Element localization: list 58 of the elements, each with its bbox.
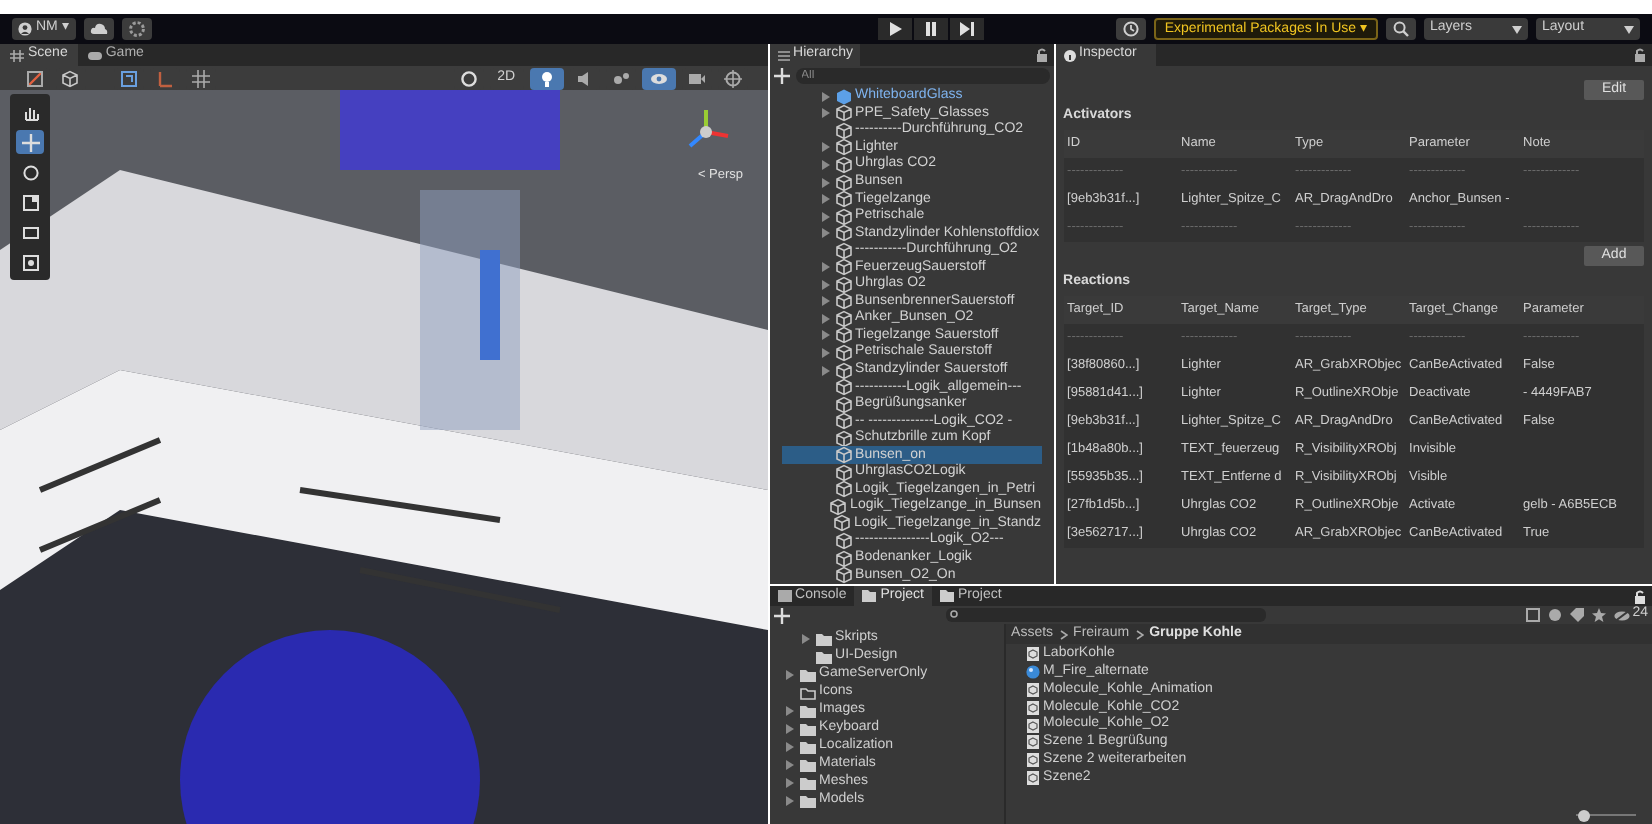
light-button[interactable] [529,67,564,89]
cloud-button[interactable] [83,18,114,40]
camera-icon [687,69,706,87]
zoom-slider[interactable] [1576,809,1636,821]
visibility-button[interactable] [641,67,676,89]
gamepad-icon [87,49,102,61]
type-icon [1548,608,1563,622]
effects-icon [611,69,630,87]
folder-icon [940,590,955,602]
light-icon [537,69,556,87]
add-icon [773,607,790,623]
chevron-icon [1059,629,1068,639]
lock-icon [1634,589,1646,603]
move-tool[interactable] [16,130,44,154]
star-icon [1592,608,1607,622]
cloud-icon [89,20,108,38]
filter-icon [1526,608,1541,622]
add-icon [773,68,790,84]
search-icon [949,610,960,620]
step-icon [957,20,976,38]
shading-icon [459,69,478,87]
play-icon [885,20,904,38]
scale-icon [21,193,39,211]
folder-icon [862,590,877,602]
rotate-icon [21,163,39,181]
chevron-icon [1135,629,1144,639]
caret-icon [1512,25,1522,33]
hand-icon [21,103,39,121]
user-icon [18,22,32,36]
pause-icon [921,20,940,38]
visibility-icon [649,69,668,87]
lock-icon [1634,48,1646,62]
crosshair-icon [723,69,742,87]
settings-button[interactable] [121,18,152,40]
move-icon [21,133,39,151]
history-icon [1122,20,1141,38]
step-button[interactable] [949,18,984,40]
settings-icon [127,20,146,38]
caret-icon [1624,25,1634,33]
gizmo-icon [120,69,138,87]
play-button[interactable] [877,18,912,40]
search-icon [1392,20,1410,38]
transform-icon [21,253,39,271]
search-button[interactable] [1386,18,1416,40]
grid-icon [10,49,24,61]
slider-thumb[interactable] [1578,809,1591,821]
grid-icon [192,69,210,87]
draw-mode-icon [26,69,44,87]
search-field[interactable] [945,608,1266,622]
info-icon [1063,49,1076,61]
snap-icon [156,69,174,87]
lock-icon [1035,48,1048,62]
pause-button[interactable] [913,18,948,40]
rect-tool-icon [21,223,39,241]
list-icon [777,49,790,61]
history-button[interactable] [1116,18,1147,40]
cube-icon [62,69,80,87]
console-icon [777,590,792,602]
